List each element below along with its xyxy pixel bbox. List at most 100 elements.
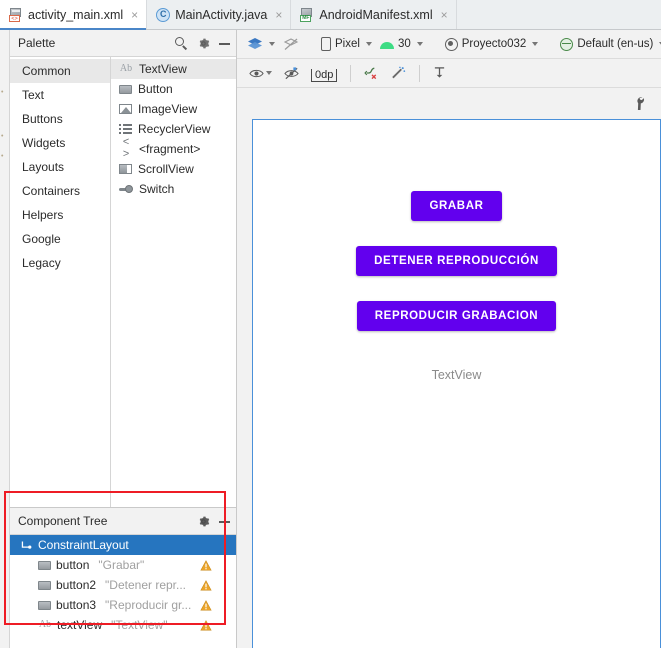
android-icon [379,40,394,49]
tab-androidmanifest-xml[interactable]: MF AndroidManifest.xml × [291,0,457,29]
button-icon [38,600,51,610]
baseline-icon [433,66,446,80]
tab-close-icon[interactable]: × [441,9,448,21]
chevron-down-icon [416,42,423,46]
default-margin-button[interactable]: 0dp [305,65,343,82]
layers-button[interactable] [243,35,279,54]
preview-button-detener[interactable]: DETENER REPRODUCCIÓN [356,246,557,276]
manifest-xml-icon: MF [300,7,314,22]
tab-activity-main-xml[interactable]: <> activity_main.xml × [0,0,148,30]
chevron-down-icon [365,42,372,46]
palette-category-common[interactable]: Common [10,59,110,83]
search-icon[interactable] [175,36,188,50]
palette-category-text[interactable]: Text [10,83,110,107]
component-tree-header: Component Tree [10,508,236,535]
api-label: 30 [397,38,411,50]
button-icon [38,580,51,590]
tree-node-button[interactable]: button "Grabar" [10,555,236,575]
preview-textview[interactable]: TextView [432,368,482,382]
infer-constraints-button[interactable] [385,64,412,82]
palette-item-textview[interactable]: Ab TextView [111,59,236,79]
palette-category-buttons[interactable]: Buttons [10,107,110,131]
device-content: GRABAR DETENER REPRODUCCIÓN REPRODUCIR G… [253,120,660,648]
clear-constraints-icon [364,66,379,80]
tree-node-value: "TextView" [111,618,168,632]
baseline-button[interactable] [427,64,452,82]
palette-item-imageview[interactable]: ImageView [111,99,236,119]
palette-category-layouts[interactable]: Layouts [10,155,110,179]
tab-close-icon[interactable]: × [275,9,282,21]
clear-constraints-button[interactable] [358,64,385,82]
palette-item-switch[interactable]: Switch [111,179,236,199]
warning-icon[interactable] [200,559,212,571]
chevron-down-icon [269,42,275,46]
magic-wand-icon [391,66,406,80]
palette-item-label: Switch [139,182,175,196]
palette-item-fragment[interactable]: < > <fragment> [111,137,236,161]
theme-selector[interactable]: Proyecto032 [441,36,543,53]
palette-category-google[interactable]: Google [10,227,110,251]
layout-xml-icon: <> [9,7,23,22]
warning-icon[interactable] [200,599,212,611]
minimize-icon[interactable] [219,521,230,523]
no-layers-button[interactable] [279,35,303,54]
device-preview-frame[interactable]: GRABAR DETENER REPRODUCCIÓN REPRODUCIR G… [252,119,661,648]
palette-category-legacy[interactable]: Legacy [10,251,110,275]
palette-item-button[interactable]: Button [111,79,236,99]
theme-icon [444,37,458,51]
globe-icon [560,37,574,51]
java-class-icon: C [156,7,171,22]
preview-button-reproducir[interactable]: REPRODUCIR GRABACION [356,301,557,331]
scrollview-icon [119,164,132,174]
tree-node-button3[interactable]: button3 "Reproducir gr... [10,595,236,615]
api-selector[interactable]: 30 [376,36,427,52]
preview-button-grabar[interactable]: GRABAR [411,191,502,221]
warning-icon[interactable] [200,579,212,591]
tree-node-textview[interactable]: Ab textView "TextView" [10,615,236,635]
device-label: Pixel [335,38,360,50]
tab-mainactivity-java[interactable]: C MainActivity.java × [147,0,292,29]
device-icon [321,37,331,51]
textview-icon: Ab [119,63,133,74]
palette-header: Palette [10,30,236,57]
warning-icon[interactable] [200,619,212,631]
tree-node-label: button [56,558,90,572]
tree-node-label: button2 [56,578,97,592]
minimize-icon[interactable] [219,43,230,45]
design-canvas[interactable]: GRABAR DETENER REPRODUCCIÓN REPRODUCIR G… [237,88,661,648]
editor-tab-bar: <> activity_main.xml × C MainActivity.ja… [0,0,661,30]
layers-icon [247,37,263,52]
palette-category-widgets[interactable]: Widgets [10,131,110,155]
palette-item-scrollview[interactable]: ScrollView [111,159,236,179]
palette-item-recyclerview[interactable]: RecyclerView [111,119,236,139]
textview-icon: Ab [38,619,52,630]
tree-node-button2[interactable]: button2 "Detener repr... [10,575,236,595]
main-area: • • • Palette Common Text Buttons Widget… [0,30,661,648]
palette-category-list: Common Text Buttons Widgets Layouts Cont… [10,57,111,507]
device-selector[interactable]: Pixel [317,35,376,53]
strip-mark: • [1,89,4,96]
gear-icon[interactable] [197,37,210,50]
switch-icon [119,185,133,193]
palette-category-helpers[interactable]: Helpers [10,203,110,227]
wrench-icon[interactable] [633,96,647,112]
tree-node-value: "Detener repr... [105,578,187,592]
layout-xml-icon-text: <> [9,14,20,22]
palette-title: Palette [18,36,56,50]
fragment-icon: < > [122,137,130,161]
view-options-button[interactable] [243,66,278,81]
layout-editor-window: <> activity_main.xml × C MainActivity.ja… [0,0,661,648]
tab-close-icon[interactable]: × [131,9,138,21]
tree-node-label: textView [57,618,103,632]
palette-category-containers[interactable]: Containers [10,179,110,203]
toggle-constraints-button[interactable] [278,65,305,82]
palette-item-label: ImageView [138,102,198,116]
palette-item-label: TextView [139,62,187,76]
palette-item-label: <fragment> [139,142,201,156]
tree-node-constraintlayout[interactable]: ConstraintLayout [10,535,236,555]
gear-icon[interactable] [197,515,210,528]
locale-selector[interactable]: Default (en-us) [556,36,661,53]
tree-node-value: "Reproducir gr... [105,598,192,612]
strip-mark: • [1,153,4,160]
tab-label: AndroidManifest.xml [319,7,433,22]
